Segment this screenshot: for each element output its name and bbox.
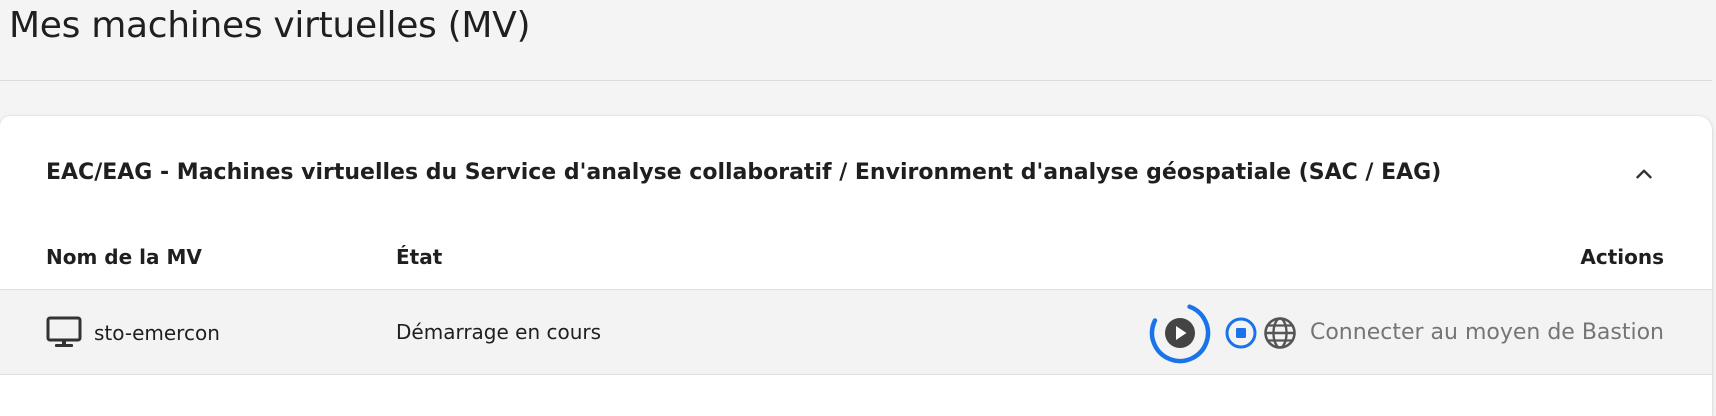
table-header: Nom de la MV État Actions — [0, 240, 1712, 280]
chevron-up-icon — [1636, 169, 1652, 179]
loading-spinner — [1149, 302, 1211, 364]
collapse-button[interactable] — [1628, 158, 1660, 190]
connect-bastion-label: Connecter au moyen de Bastion — [1309, 320, 1664, 345]
globe-icon — [1264, 317, 1296, 349]
column-header-actions: Actions — [1580, 245, 1664, 269]
column-header-name: Nom de la MV — [46, 245, 202, 269]
vm-state: Démarrage en cours — [396, 320, 602, 344]
section-header[interactable]: EAC/EAG - Machines virtuelles du Service… — [0, 116, 1712, 232]
page-title: Mes machines virtuelles (MV) — [9, 5, 531, 46]
connect-bastion-link[interactable]: Connecter au moyen de Bastion — [1262, 315, 1664, 351]
table-row: sto-emercon Démarrage en cours Connecter… — [0, 289, 1712, 375]
monitor-icon — [46, 316, 82, 347]
stop-circle-icon — [1225, 317, 1257, 349]
vm-name-cell: sto-emercon — [46, 316, 220, 350]
title-divider — [0, 80, 1712, 81]
vm-name: sto-emercon — [94, 321, 220, 345]
section-title: EAC/EAG - Machines virtuelles du Service… — [46, 160, 1442, 185]
stop-vm-button[interactable] — [1224, 316, 1258, 350]
vm-section-card: EAC/EAG - Machines virtuelles du Service… — [0, 116, 1712, 416]
play-circle-icon — [1165, 318, 1195, 348]
column-header-state: État — [396, 245, 443, 269]
start-vm-button[interactable] — [1148, 301, 1212, 365]
